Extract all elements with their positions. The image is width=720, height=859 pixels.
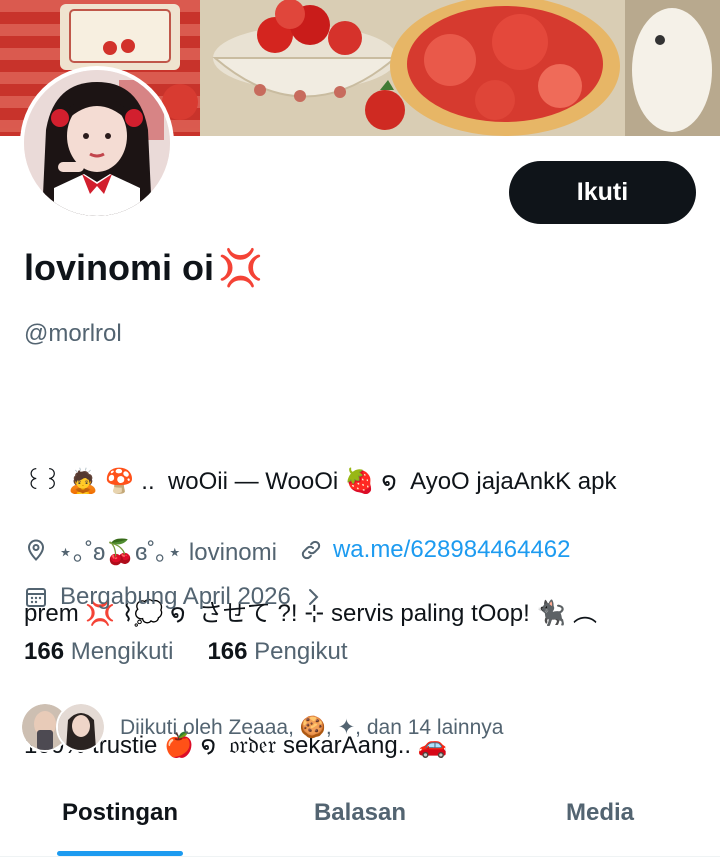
bio-line: ꒰꒱ 🙇 🍄 .. woOii — WooOi 🍓 ໑ AyoO jajaAnk…: [24, 468, 617, 495]
profile-meta-row: ⋆｡˚ʚ🍒ɞ˚｡⋆ lovinomi wa.me/628984464462: [24, 532, 571, 567]
followers-stat[interactable]: 166 Pengikut: [207, 638, 347, 666]
profile-handle: @morlrol: [24, 320, 122, 347]
tab-label: Media: [565, 799, 634, 826]
display-name: lovinomi oi 💢: [24, 247, 263, 289]
chevron-right-icon: [305, 585, 321, 609]
tab-label: Postingan: [61, 799, 178, 826]
followed-by-row[interactable]: Diikuti oleh Zeaaa, 🍪, ✦, dan 14 lainnya: [20, 702, 503, 752]
avatar-image: [24, 70, 170, 216]
tab-balasan[interactable]: Balasan: [240, 770, 480, 856]
following-count: 166: [24, 638, 65, 665]
profile-location: ⋆｡˚ʚ🍒ɞ˚｡⋆ lovinomi: [58, 539, 277, 566]
tab-label: Balasan: [313, 799, 407, 826]
follower-avatar: [56, 702, 106, 752]
profile-stats: 166 Mengikuti 166 Pengikut: [24, 638, 348, 666]
profile-avatar[interactable]: [20, 66, 174, 220]
following-label: Mengikuti: [70, 638, 174, 665]
location-pin-icon: [24, 538, 48, 562]
profile-website-link[interactable]: wa.me/628984464462: [333, 536, 571, 564]
joined-date: Bergabung April 2026: [60, 583, 291, 610]
followed-by-text: Diikuti oleh Zeaaa, 🍪, ✦, dan 14 lainnya: [120, 715, 504, 739]
calendar-icon: [24, 585, 48, 609]
link-icon: [299, 538, 323, 562]
tab-media[interactable]: Media: [480, 770, 720, 856]
following-stat[interactable]: 166 Mengikuti: [24, 638, 173, 666]
display-name-text: lovinomi oi: [24, 247, 215, 288]
anger-emoji: 💢: [218, 247, 263, 288]
follow-button[interactable]: Ikuti: [509, 161, 696, 224]
joined-row[interactable]: Bergabung April 2026: [24, 583, 321, 611]
active-tab-indicator: [57, 851, 183, 856]
profile-tabs: Postingan Balasan Media: [0, 770, 720, 857]
followers-label: Pengikut: [254, 638, 348, 665]
tab-postingan[interactable]: Postingan: [0, 770, 240, 856]
followers-count: 166: [207, 638, 248, 665]
